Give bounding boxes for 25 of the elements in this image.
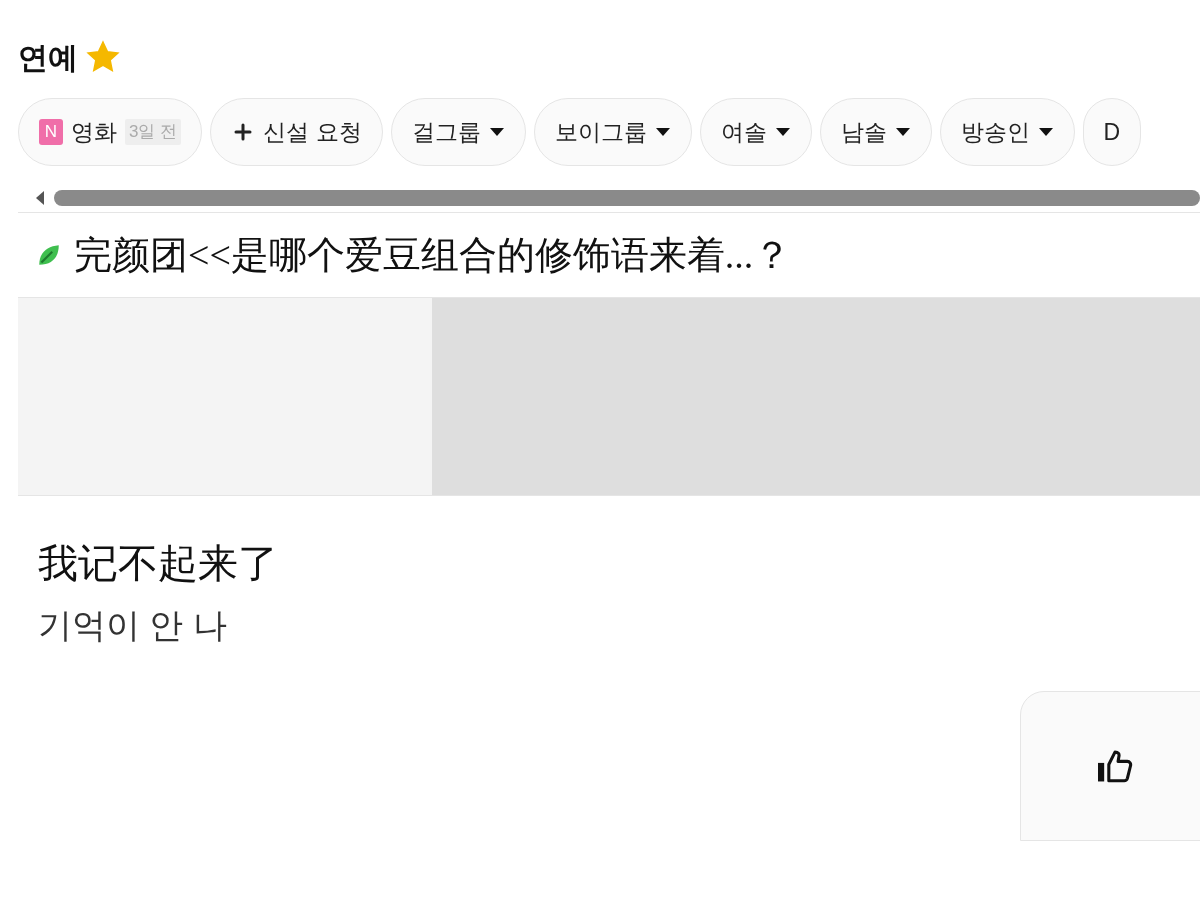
caret-icon bbox=[654, 127, 671, 137]
category-chip[interactable]: N 영화 3일 전 bbox=[18, 98, 203, 166]
caret-icon bbox=[894, 127, 911, 137]
category-dropdown[interactable]: 걸그룹 bbox=[390, 98, 526, 166]
caret-icon bbox=[774, 127, 791, 137]
category-chip[interactable]: D bbox=[1082, 98, 1142, 166]
time-tag: 3일 전 bbox=[125, 119, 182, 145]
thumbs-up-icon bbox=[1096, 749, 1134, 783]
scrollbar-thumb[interactable] bbox=[54, 189, 1200, 206]
leaf-icon bbox=[36, 242, 62, 268]
scroll-left-icon[interactable] bbox=[34, 189, 46, 206]
board-title: 연예 bbox=[18, 39, 78, 76]
caret-icon bbox=[1037, 127, 1054, 137]
new-badge: N bbox=[39, 119, 63, 145]
post-text: 我记不起来了 bbox=[38, 540, 279, 588]
category-dropdown[interactable]: 여솔 bbox=[699, 98, 812, 166]
category-dropdown[interactable]: 방송인 bbox=[939, 98, 1075, 166]
chip-label: 영화 bbox=[71, 117, 117, 147]
caret-icon bbox=[488, 127, 505, 137]
post-title: 完颜团<<是哪个爱豆组合的修饰语来着...？ bbox=[74, 232, 792, 278]
request-button[interactable]: 신설 요청 bbox=[210, 98, 383, 166]
category-dropdown[interactable]: 보이그룹 bbox=[533, 98, 692, 166]
category-dropdown[interactable]: 남솔 bbox=[819, 98, 932, 166]
star-icon[interactable] bbox=[86, 40, 120, 74]
post-text: 기억이 안 나 bbox=[38, 605, 228, 646]
